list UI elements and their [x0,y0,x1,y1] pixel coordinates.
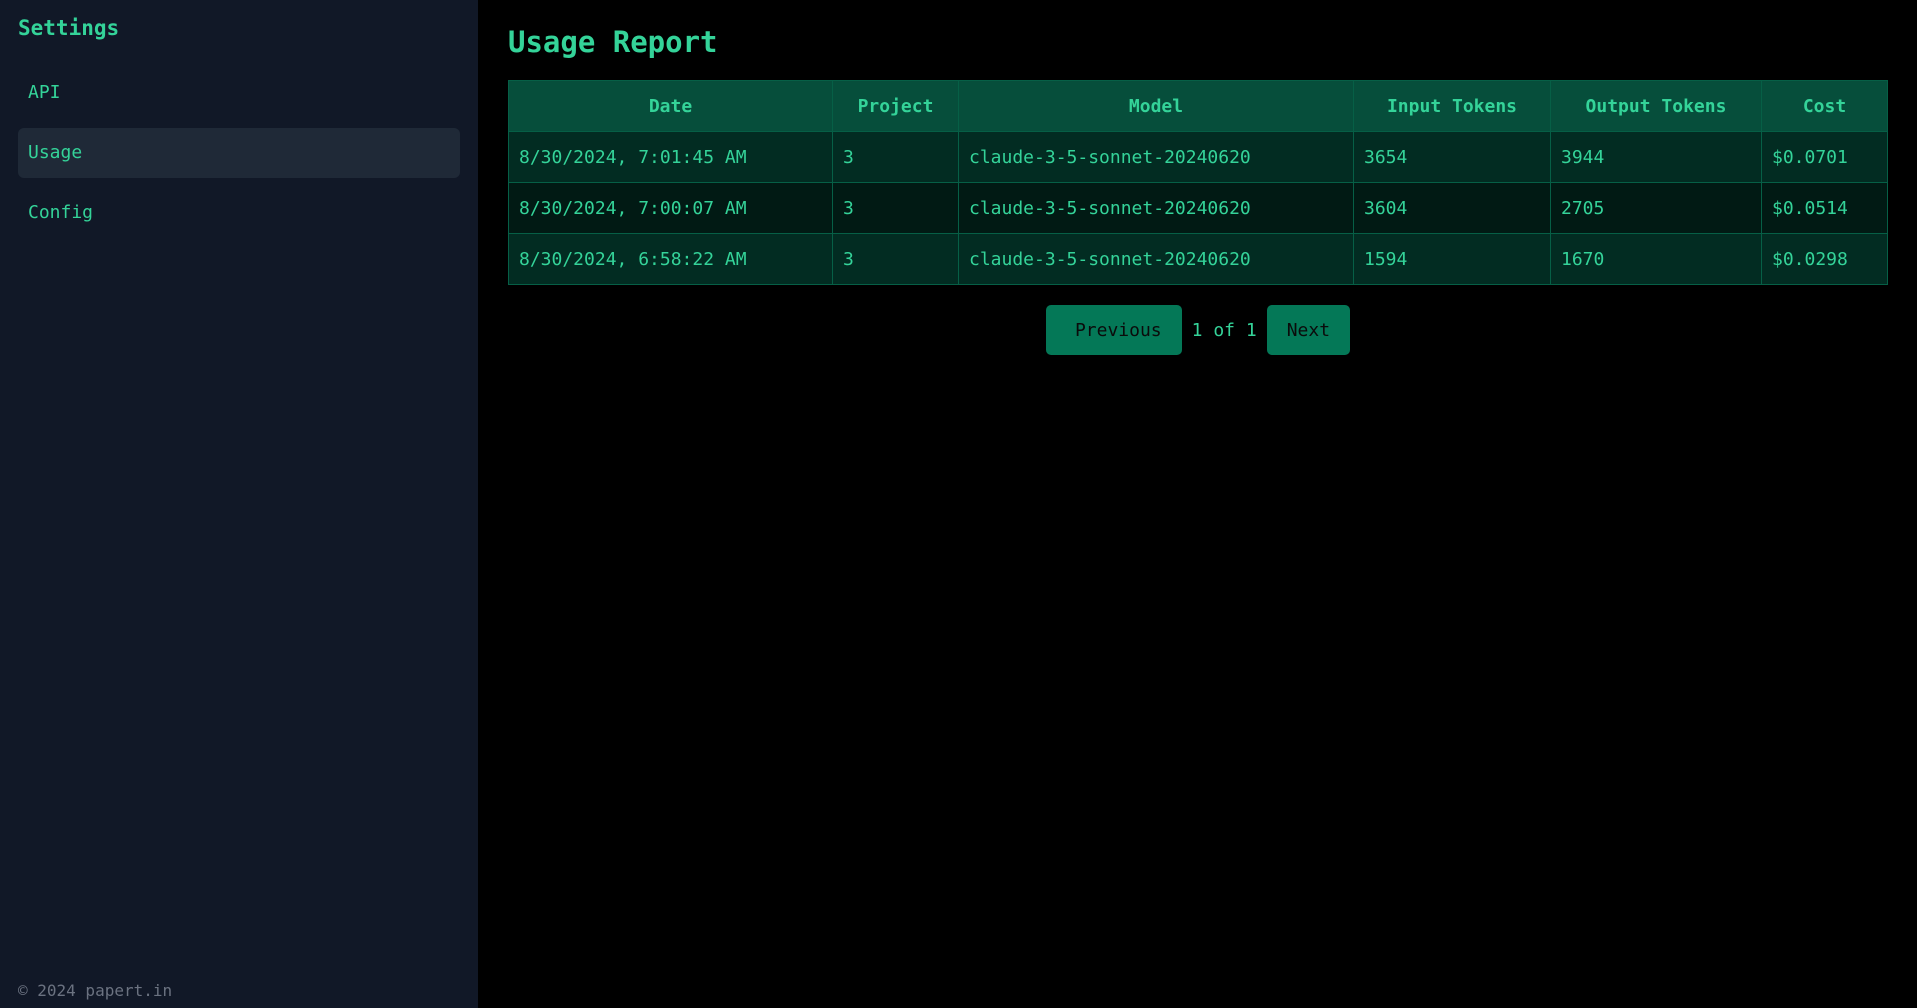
cell-input-tokens: 1594 [1353,233,1551,285]
column-header-date: Date [508,80,833,132]
table-header: Date Project Model Input Tokens Output T… [508,80,1888,132]
cell-model: claude-3-5-sonnet-20240620 [958,233,1354,285]
cell-project: 3 [832,131,959,183]
cell-date: 8/30/2024, 7:00:07 AM [508,182,833,234]
sidebar-item-api[interactable]: API [18,68,460,118]
pagination: Previous 1 of 1 Next [508,305,1888,355]
previous-page-button[interactable]: Previous [1045,305,1182,355]
app-root: Settings API Usage Config © 2024 papert.… [0,0,1917,1008]
usage-table: Date Project Model Input Tokens Output T… [508,80,1888,285]
page-indicator: 1 of 1 [1191,319,1257,341]
cell-date: 8/30/2024, 7:01:45 AM [508,131,833,183]
page-title: Usage Report [508,25,718,59]
cell-output-tokens: 2705 [1550,182,1762,234]
cell-model: claude-3-5-sonnet-20240620 [958,131,1354,183]
sidebar-item-config[interactable]: Config [18,188,460,238]
cell-project: 3 [832,233,959,285]
table-row: 8/30/2024, 7:01:45 AM 3 claude-3-5-sonne… [508,131,1888,183]
cell-model: claude-3-5-sonnet-20240620 [958,182,1354,234]
main-content: Usage Report Date Project Model Input To… [478,0,1917,1008]
copyright-footer: © 2024 papert.in [18,981,173,1000]
cell-project: 3 [832,182,959,234]
column-header-project: Project [832,80,959,132]
cell-cost: $0.0701 [1761,131,1888,183]
sidebar-title: Settings [18,16,120,40]
cell-cost: $0.0514 [1761,182,1888,234]
column-header-model: Model [958,80,1354,132]
column-header-output-tokens: Output Tokens [1550,80,1762,132]
table-row: 8/30/2024, 7:00:07 AM 3 claude-3-5-sonne… [508,182,1888,234]
sidebar: Settings API Usage Config © 2024 papert.… [0,0,478,1008]
table-row: 8/30/2024, 6:58:22 AM 3 claude-3-5-sonne… [508,233,1888,285]
cell-cost: $0.0298 [1761,233,1888,285]
next-page-button[interactable]: Next [1266,305,1351,355]
cell-input-tokens: 3654 [1353,131,1551,183]
cell-output-tokens: 1670 [1550,233,1762,285]
table-body: 8/30/2024, 7:01:45 AM 3 claude-3-5-sonne… [508,131,1888,285]
column-header-cost: Cost [1761,80,1888,132]
cell-input-tokens: 3604 [1353,182,1551,234]
table-header-row: Date Project Model Input Tokens Output T… [508,80,1888,132]
sidebar-nav: API Usage Config [18,68,460,238]
cell-output-tokens: 3944 [1550,131,1762,183]
sidebar-item-usage[interactable]: Usage [18,128,460,178]
column-header-input-tokens: Input Tokens [1353,80,1551,132]
cell-date: 8/30/2024, 6:58:22 AM [508,233,833,285]
